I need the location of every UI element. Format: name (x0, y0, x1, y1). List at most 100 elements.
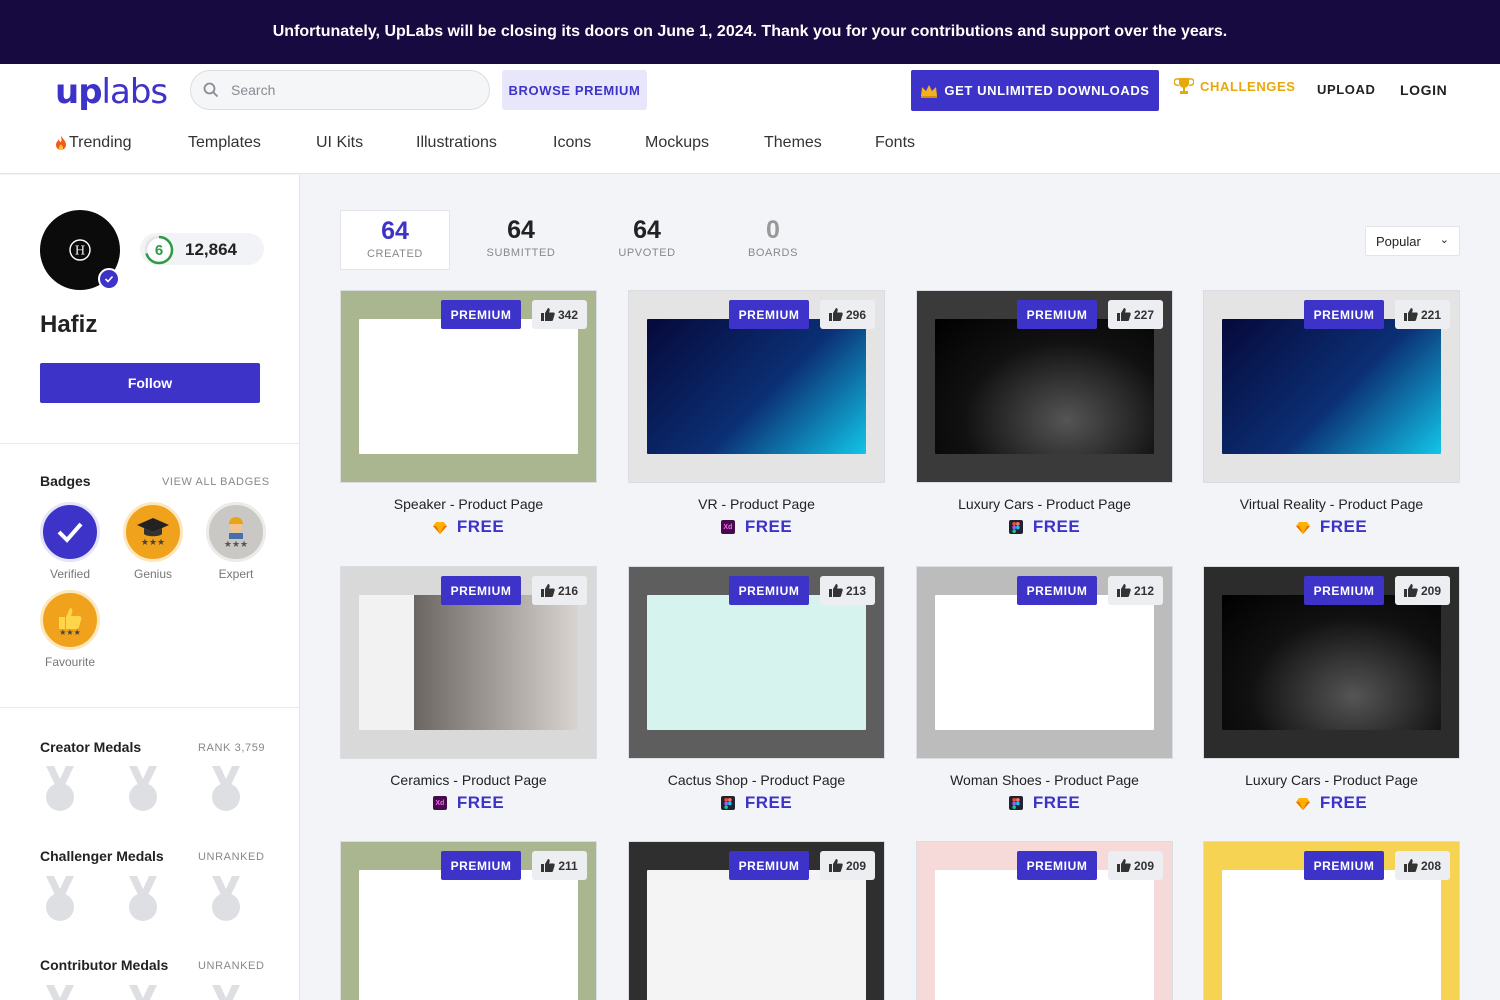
category-themes[interactable]: Themes (764, 134, 822, 152)
upload-link[interactable]: UPLOAD (1317, 82, 1376, 97)
category-trending[interactable]: Trending (53, 134, 132, 152)
thumbs-up-icon (1116, 584, 1131, 597)
shot-thumbnail[interactable]: PREMIUM 296 (628, 290, 885, 483)
shot-card[interactable]: PREMIUM 216 Ceramics - Product Page Xd FREE (340, 566, 597, 813)
like-count-button[interactable]: 209 (1395, 576, 1450, 605)
level-number: 6 (154, 241, 164, 259)
search-input[interactable] (231, 82, 471, 98)
svg-text:★★★: ★★★ (141, 537, 165, 547)
shot-card[interactable]: PREMIUM 209 (628, 841, 885, 1000)
badge-genius[interactable]: ★★★ Genius (120, 502, 186, 581)
uplabs-logo[interactable]: uplabs (55, 72, 168, 112)
shot-card[interactable]: PREMIUM 211 (340, 841, 597, 1000)
shot-thumbnail[interactable]: PREMIUM 213 (628, 566, 885, 759)
thumbs-up-icon (1116, 859, 1131, 872)
shot-thumbnail[interactable]: PREMIUM 209 (1203, 566, 1460, 759)
category-mockups[interactable]: Mockups (645, 134, 709, 152)
like-count: 213 (845, 583, 867, 598)
category-illustrations[interactable]: Illustrations (416, 134, 497, 152)
thumbs-up-icon (540, 584, 555, 597)
premium-badge: PREMIUM (1304, 576, 1384, 605)
category-templates[interactable]: Templates (188, 134, 261, 152)
shot-title[interactable]: Luxury Cars - Product Page (916, 496, 1173, 512)
like-count-button[interactable]: 211 (532, 851, 587, 880)
shot-card[interactable]: PREMIUM 208 (1203, 841, 1460, 1000)
medal-placeholder-icon (125, 875, 161, 923)
shot-preview-image (647, 870, 866, 1000)
like-count-button[interactable]: 209 (820, 851, 875, 880)
shot-thumbnail[interactable]: PREMIUM 211 (340, 841, 597, 1000)
badge-expert[interactable]: ★★★ Expert (203, 502, 269, 581)
premium-badge: PREMIUM (1304, 851, 1384, 880)
avatar-monogram: H (69, 239, 91, 261)
shot-card[interactable]: PREMIUM 227 Luxury Cars - Product Page FREE (916, 290, 1173, 537)
login-link[interactable]: LOGIN (1400, 82, 1447, 98)
tab-submitted[interactable]: 64 SUBMITTED (466, 210, 576, 270)
shot-thumbnail[interactable]: PREMIUM 209 (628, 841, 885, 1000)
get-unlimited-downloads-button[interactable]: GET UNLIMITED DOWNLOADS (911, 70, 1159, 111)
premium-badge: PREMIUM (729, 576, 809, 605)
creator-medals-rank: RANK 3,759 (198, 742, 266, 754)
shot-card[interactable]: PREMIUM 221 Virtual Reality - Product Page… (1203, 290, 1460, 537)
shot-card[interactable]: PREMIUM 296 VR - Product Page Xd FREE (628, 290, 885, 537)
follow-button[interactable]: Follow (40, 363, 260, 403)
shot-thumbnail[interactable]: PREMIUM 221 (1203, 290, 1460, 483)
like-count-button[interactable]: 227 (1108, 300, 1163, 329)
shot-title[interactable]: Ceramics - Product Page (340, 772, 597, 788)
shot-card[interactable]: PREMIUM 212 Woman Shoes - Product Page FREE (916, 566, 1173, 813)
like-count-button[interactable]: 342 (532, 300, 587, 329)
site-header: uplabs BROWSE PREMIUM GET UNLIMITED DOWN… (0, 64, 1500, 174)
like-count-button[interactable]: 221 (1395, 300, 1450, 329)
shot-preview-image (1222, 319, 1441, 454)
shot-preview-image (359, 319, 578, 454)
medal-placeholder-icon (42, 875, 78, 923)
svg-text:H: H (75, 244, 85, 258)
category-fonts[interactable]: Fonts (875, 134, 915, 152)
premium-badge: PREMIUM (1017, 300, 1097, 329)
shot-title[interactable]: Virtual Reality - Product Page (1203, 496, 1460, 512)
like-count-button[interactable]: 216 (532, 576, 587, 605)
price-row: FREE (916, 517, 1173, 537)
shot-card[interactable]: PREMIUM 342 Speaker - Product Page FREE (340, 290, 597, 537)
shot-title[interactable]: Woman Shoes - Product Page (916, 772, 1173, 788)
search-box[interactable] (190, 70, 490, 110)
sort-select[interactable]: Popular ⌄ (1365, 226, 1460, 256)
like-count-button[interactable]: 213 (820, 576, 875, 605)
like-count-button[interactable]: 209 (1108, 851, 1163, 880)
like-count-button[interactable]: 212 (1108, 576, 1163, 605)
creator-medals-heading: Creator Medals (40, 739, 142, 755)
tab-boards[interactable]: 0 BOARDS (718, 210, 828, 270)
shot-preview-image (1222, 595, 1441, 730)
shot-title[interactable]: Speaker - Product Page (340, 496, 597, 512)
badge-favourite[interactable]: ★★★ Favourite (37, 590, 103, 669)
tab-upvoted[interactable]: 64 UPVOTED (592, 210, 702, 270)
challenges-link[interactable]: CHALLENGES (1174, 76, 1296, 96)
shot-preview-image (935, 319, 1154, 454)
price-row: FREE (916, 793, 1173, 813)
like-count-button[interactable]: 208 (1395, 851, 1450, 880)
premium-badge: PREMIUM (729, 851, 809, 880)
shot-title[interactable]: VR - Product Page (628, 496, 885, 512)
points-count: 12,864 (185, 240, 237, 259)
like-count-button[interactable]: 296 (820, 300, 875, 329)
thumbs-up-badge-icon: ★★★ (40, 590, 100, 650)
shot-thumbnail[interactable]: PREMIUM 212 (916, 566, 1173, 759)
view-all-badges-link[interactable]: VIEW ALL BADGES (162, 476, 270, 488)
shot-card[interactable]: PREMIUM 209 (916, 841, 1173, 1000)
shot-thumbnail[interactable]: PREMIUM 216 (340, 566, 597, 759)
badge-verified[interactable]: Verified (37, 502, 103, 581)
category-icons[interactable]: Icons (553, 134, 591, 152)
shot-title[interactable]: Cactus Shop - Product Page (628, 772, 885, 788)
shot-thumbnail[interactable]: PREMIUM 342 (340, 290, 597, 483)
chevron-down-icon: ⌄ (1439, 234, 1449, 246)
shot-thumbnail[interactable]: PREMIUM 209 (916, 841, 1173, 1000)
shot-card[interactable]: PREMIUM 209 Luxury Cars - Product Page FREE (1203, 566, 1460, 813)
category-ui-kits[interactable]: UI Kits (316, 134, 363, 152)
shot-title[interactable]: Luxury Cars - Product Page (1203, 772, 1460, 788)
shot-card[interactable]: PREMIUM 213 Cactus Shop - Product Page FREE (628, 566, 885, 813)
shot-thumbnail[interactable]: PREMIUM 208 (1203, 841, 1460, 1000)
browse-premium-button[interactable]: BROWSE PREMIUM (502, 70, 647, 110)
figma-icon (1008, 796, 1023, 810)
tab-created[interactable]: 64 CREATED (340, 210, 450, 270)
shot-thumbnail[interactable]: PREMIUM 227 (916, 290, 1173, 483)
